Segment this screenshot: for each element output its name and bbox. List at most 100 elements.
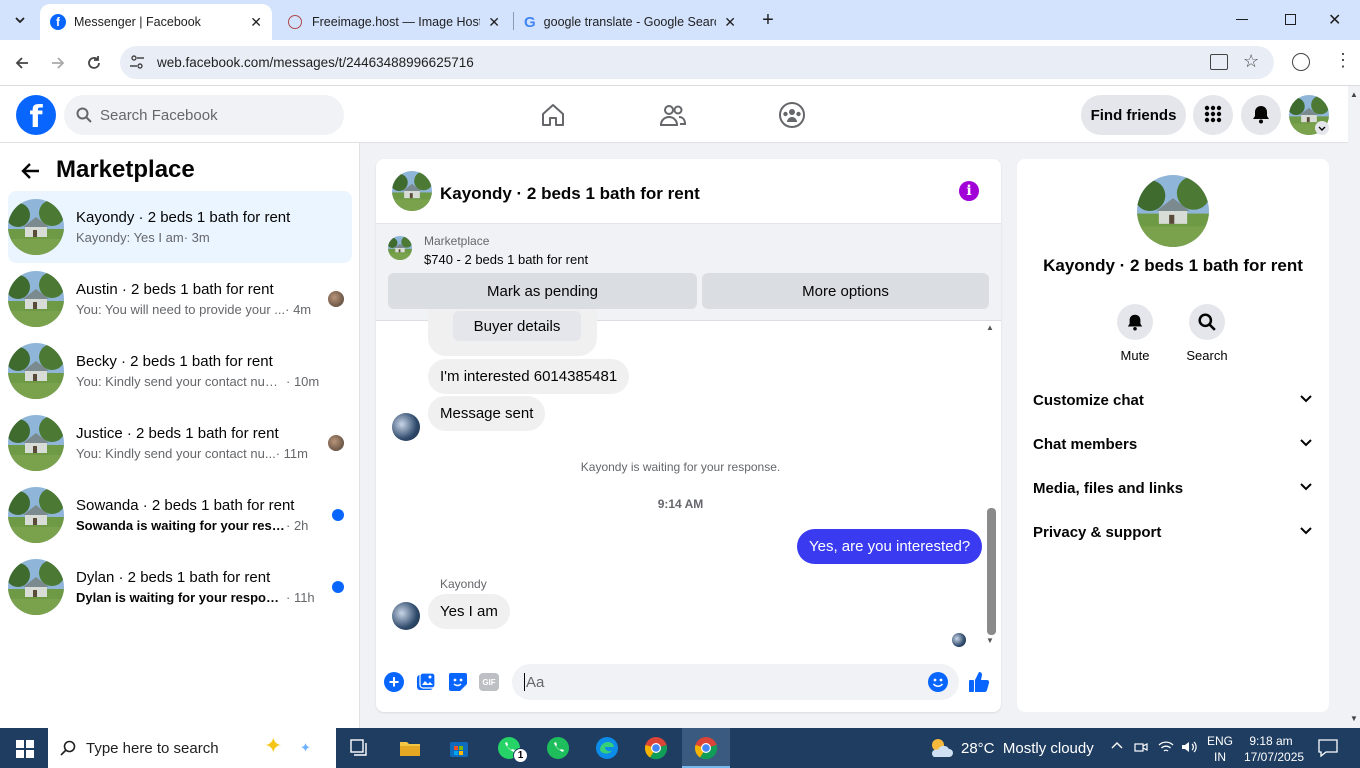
- bookmark-star-icon[interactable]: ☆: [1243, 51, 1259, 72]
- message-input[interactable]: Aa: [512, 664, 959, 700]
- chat-avatar[interactable]: [392, 171, 432, 211]
- task-view-icon[interactable]: [336, 728, 384, 768]
- read-receipt-avatar: [952, 633, 966, 647]
- chrome-profile-icon[interactable]: [632, 728, 680, 768]
- tab-close-icon[interactable]: ✕: [488, 14, 500, 31]
- new-tab-icon[interactable]: +: [756, 8, 780, 32]
- conversation-justice[interactable]: Justice · 2 beds 1 bath for rent You: Ki…: [8, 407, 352, 479]
- taskbar-search-input[interactable]: Type here to search: [48, 728, 336, 768]
- mark-pending-button[interactable]: Mark as pending: [388, 273, 697, 309]
- listing-thumb[interactable]: [388, 236, 412, 260]
- notification-center-icon[interactable]: [1318, 739, 1338, 760]
- volume-icon[interactable]: [1181, 740, 1197, 757]
- chat-scrollbar-thumb[interactable]: [987, 508, 996, 635]
- tab-list-dropdown-icon[interactable]: [8, 8, 32, 32]
- conversation-preview: Kayondy: Yes I am: [76, 230, 184, 245]
- mute-button[interactable]: Mute: [1112, 304, 1158, 363]
- customize-chat-section[interactable]: Customize chat: [1033, 378, 1313, 422]
- conversation-time: · 4m: [285, 302, 312, 317]
- chat-scroll-down-icon[interactable]: ▼: [986, 636, 994, 645]
- conversation-title: Becky · 2 beds 1 bath for rent: [76, 353, 273, 370]
- conversation-dylan[interactable]: Dylan · 2 beds 1 bath for rent Dylan is …: [8, 551, 352, 623]
- notifications-button[interactable]: [1241, 95, 1281, 135]
- tab-google-translate[interactable]: G google translate - Google Searc ✕: [514, 4, 746, 40]
- groups-nav-icon[interactable]: [778, 101, 806, 132]
- buyer-details-button[interactable]: Buyer details: [453, 311, 581, 341]
- chat-title[interactable]: Kayondy · 2 beds 1 bath for rent: [440, 184, 700, 204]
- listing-thumbnail: [8, 199, 64, 255]
- meet-now-icon[interactable]: [1134, 740, 1148, 757]
- tab-close-icon[interactable]: ✕: [724, 14, 736, 31]
- reload-icon[interactable]: [78, 47, 110, 79]
- language-indicator[interactable]: ENG IN: [1207, 733, 1233, 765]
- chat-members-section[interactable]: Chat members: [1033, 422, 1313, 466]
- facebook-search-input[interactable]: Search Facebook: [64, 95, 344, 135]
- emoji-icon[interactable]: [928, 672, 948, 692]
- sender-avatar[interactable]: [392, 413, 420, 441]
- chat-info-panel: Kayondy · 2 beds 1 bath for rent Mute Se…: [1017, 159, 1329, 712]
- facebook-logo-icon[interactable]: f: [16, 95, 56, 135]
- conversation-kayondy[interactable]: Kayondy · 2 beds 1 bath for rent Kayondy…: [8, 191, 352, 263]
- install-app-icon[interactable]: [1210, 54, 1228, 70]
- clock-date: 17/07/2025: [1244, 750, 1305, 764]
- menu-grid-button[interactable]: [1193, 95, 1233, 135]
- account-chevron-icon[interactable]: [1315, 121, 1329, 135]
- profile-icon[interactable]: [1292, 53, 1310, 71]
- conversation-title: Dylan · 2 beds 1 bath for rent: [76, 569, 271, 586]
- file-explorer-icon[interactable]: [386, 728, 434, 768]
- back-icon[interactable]: [6, 47, 38, 79]
- conversation-sowanda[interactable]: Sowanda · 2 beds 1 bath for rent Sowanda…: [8, 479, 352, 551]
- home-nav-icon[interactable]: [539, 101, 567, 132]
- site-info-icon[interactable]: [128, 53, 146, 71]
- chrome-active-icon[interactable]: [682, 728, 730, 768]
- tab-freeimage[interactable]: Freeimage.host — Image Hosti ✕: [278, 4, 510, 40]
- find-friends-button[interactable]: Find friends: [1081, 95, 1186, 135]
- show-hidden-icons-chevron-icon[interactable]: [1110, 739, 1124, 756]
- network-icon[interactable]: [1158, 740, 1174, 757]
- clock[interactable]: 9:18 am 17/07/2025: [1244, 733, 1305, 765]
- media-files-links-section[interactable]: Media, files and links: [1033, 466, 1313, 510]
- sender-avatar[interactable]: [392, 602, 420, 630]
- browser-menu-icon[interactable]: ⋮: [1334, 51, 1352, 69]
- windows-start-icon[interactable]: [16, 740, 34, 761]
- tab-messenger[interactable]: f Messenger | Facebook ✕: [40, 4, 272, 40]
- maximize-icon[interactable]: [1285, 14, 1296, 25]
- edge-browser-icon[interactable]: [583, 728, 631, 768]
- friends-nav-icon[interactable]: [659, 101, 687, 132]
- info-icon[interactable]: i: [959, 181, 979, 201]
- close-window-icon[interactable]: ✕: [1328, 10, 1341, 30]
- page-scroll-down-icon[interactable]: ▼: [1350, 714, 1358, 723]
- info-avatar[interactable]: [1137, 175, 1209, 247]
- forward-icon[interactable]: [42, 47, 74, 79]
- message-timestamp: 9:14 AM: [657, 497, 704, 511]
- chevron-down-icon: [1299, 523, 1313, 541]
- photo-icon[interactable]: [416, 672, 436, 695]
- whatsapp-icon[interactable]: 1: [485, 728, 533, 768]
- conversation-austin[interactable]: Austin · 2 beds 1 bath for rent You: You…: [8, 263, 352, 335]
- sticker-icon[interactable]: [448, 672, 468, 695]
- back-arrow-icon[interactable]: [20, 160, 42, 185]
- gif-icon[interactable]: GIF: [479, 673, 499, 691]
- conversation-becky[interactable]: Becky · 2 beds 1 bath for rent You: Kind…: [8, 335, 352, 407]
- language-code: ENG: [1207, 734, 1234, 748]
- tab-close-icon[interactable]: ✕: [250, 14, 262, 31]
- search-in-chat-button[interactable]: Search: [1183, 304, 1231, 363]
- conversation-title: Austin · 2 beds 1 bath for rent: [76, 281, 274, 298]
- address-bar[interactable]: web.facebook.com/messages/t/244634889966…: [120, 46, 1274, 79]
- sender-name: Kayondy: [440, 577, 487, 591]
- more-options-button[interactable]: More options: [702, 273, 989, 309]
- privacy-support-section[interactable]: Privacy & support: [1033, 510, 1313, 554]
- add-icon[interactable]: +: [384, 672, 404, 692]
- listing-thumbnail: [8, 343, 64, 399]
- section-label: Media, files and links: [1033, 479, 1184, 497]
- microsoft-store-icon[interactable]: [435, 728, 483, 768]
- whatsapp-business-icon[interactable]: [534, 728, 582, 768]
- thumbs-up-icon[interactable]: [967, 670, 991, 697]
- page-scroll-up-icon[interactable]: ▲: [1350, 90, 1358, 99]
- weather-text[interactable]: 28°C Mostly cloudy: [961, 740, 1094, 757]
- weather-cloud-icon[interactable]: [928, 737, 954, 762]
- listing-title[interactable]: $740 - 2 beds 1 bath for rent: [424, 252, 588, 267]
- chat-scroll-up-icon[interactable]: ▲: [986, 323, 994, 332]
- bell-icon: [1117, 304, 1153, 340]
- minimize-icon[interactable]: [1236, 19, 1248, 20]
